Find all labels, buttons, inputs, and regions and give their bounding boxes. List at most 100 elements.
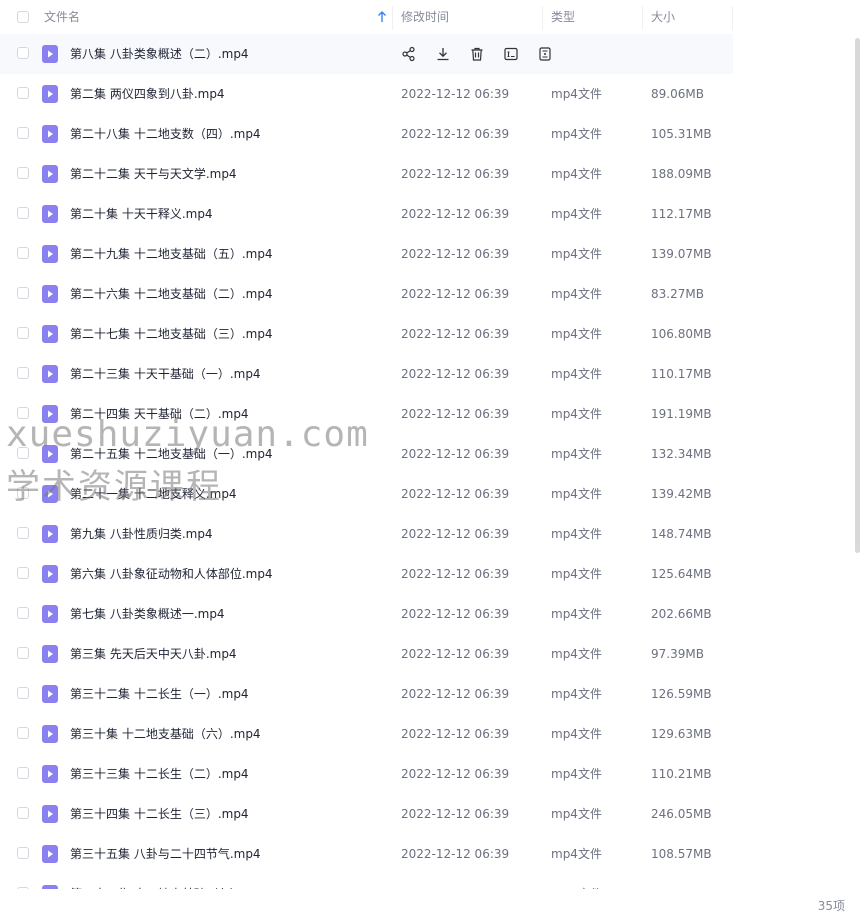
more-icon[interactable] (536, 44, 554, 64)
row-checkbox[interactable] (17, 207, 29, 219)
vertical-scrollbar[interactable] (855, 38, 860, 553)
file-row[interactable]: 第三集 先天后天中天八卦.mp4 2022-12-12 06:39 mp4文件 97.… (0, 634, 733, 674)
file-size: 112.17MB (651, 207, 712, 221)
row-checkbox[interactable] (17, 87, 29, 99)
file-name[interactable]: 第二十二集 天干与天文学.mp4 (70, 154, 237, 194)
file-row[interactable]: 第八集 八卦类象概述（二）.mp4 (0, 34, 733, 74)
file-type: mp4文件 (551, 527, 602, 541)
file-name[interactable]: 第三集 先天后天中天八卦.mp4 (70, 634, 237, 674)
video-file-icon (42, 685, 58, 703)
file-name[interactable]: 第二十四集 天干基础（二）.mp4 (70, 394, 249, 434)
file-row[interactable]: 第二十三集 十天干基础（一）.mp4 2022-12-12 06:39 mp4文件 1… (0, 354, 733, 394)
file-modified-date: 2022-12-12 06:39 (401, 127, 510, 141)
file-row[interactable]: 第二十四集 天干基础（二）.mp4 2022-12-12 06:39 mp4文件 19… (0, 394, 733, 434)
row-checkbox[interactable] (17, 407, 29, 419)
file-row[interactable]: 第二十二集 天干与天文学.mp4 2022-12-12 06:39 mp4文件 188… (0, 154, 733, 194)
delete-icon[interactable] (468, 44, 486, 64)
row-checkbox[interactable] (17, 687, 29, 699)
file-row[interactable]: 第三十二集 十二长生（一）.mp4 2022-12-12 06:39 mp4文件 12… (0, 674, 733, 714)
file-name[interactable]: 第三十二集 十二长生（一）.mp4 (70, 674, 249, 714)
row-checkbox[interactable] (17, 47, 29, 59)
file-row[interactable]: 第二十六集 十二地支基础（二）.mp4 2022-12-12 06:39 mp4文件… (0, 274, 733, 314)
row-checkbox[interactable] (17, 527, 29, 539)
file-row[interactable]: 第二集 两仪四象到八卦.mp4 2022-12-12 06:39 mp4文件 89.0… (0, 74, 733, 114)
file-size: 97.39MB (651, 647, 704, 661)
file-row[interactable]: 第九集 八卦性质归类.mp4 2022-12-12 06:39 mp4文件 148.7… (0, 514, 733, 554)
file-name[interactable]: 第二集 两仪四象到八卦.mp4 (70, 74, 225, 114)
video-file-icon (42, 525, 58, 543)
file-row[interactable]: 第三十集 十二地支基础（六）.mp4 2022-12-12 06:39 mp4文件 1… (0, 714, 733, 754)
row-checkbox[interactable] (17, 727, 29, 739)
row-checkbox[interactable] (17, 567, 29, 579)
file-name[interactable]: 第九集 八卦性质归类.mp4 (70, 514, 213, 554)
file-type: mp4文件 (551, 167, 602, 181)
file-name[interactable]: 第六集 八卦象征动物和人体部位.mp4 (70, 554, 273, 594)
file-name[interactable]: 第三十五集 八卦与二十四节气.mp4 (70, 834, 261, 874)
file-row[interactable]: 第三十四集 十二长生（三）.mp4 2022-12-12 06:39 mp4文件 24… (0, 794, 733, 834)
file-name[interactable]: 第三十三集 十二长生（二）.mp4 (70, 754, 249, 794)
file-name[interactable]: 第八集 八卦类象概述（二）.mp4 (70, 34, 249, 74)
file-row[interactable]: 第二十八集 十二地支数（四）.mp4 2022-12-12 06:39 mp4文件 1… (0, 114, 733, 154)
file-name[interactable]: 第二十七集 十二地支基础（三）.mp4 (70, 314, 273, 354)
file-row[interactable]: 第六集 八卦象征动物和人体部位.mp4 2022-12-12 06:39 mp4文件… (0, 554, 733, 594)
row-checkbox[interactable] (17, 847, 29, 859)
file-name[interactable]: 第二十六集 十二地支基础（二）.mp4 (70, 274, 273, 314)
file-name[interactable]: 第二十三集 十天干基础（一）.mp4 (70, 354, 261, 394)
column-divider (392, 6, 393, 30)
file-name[interactable]: 第七集 八卦类象概述一.mp4 (70, 594, 225, 634)
row-checkbox[interactable] (17, 767, 29, 779)
file-name[interactable]: 第三十集 十二地支基础（六）.mp4 (70, 714, 261, 754)
column-header-size[interactable]: 大小 (651, 0, 675, 34)
row-checkbox[interactable] (17, 327, 29, 339)
row-checkbox[interactable] (17, 367, 29, 379)
video-file-icon (42, 845, 58, 863)
file-type: mp4文件 (551, 727, 602, 741)
file-name[interactable]: 第二十九集 十二地支基础（五）.mp4 (70, 234, 273, 274)
sort-ascending-icon[interactable] (376, 11, 388, 23)
file-modified-date: 2022-12-12 06:39 (401, 247, 510, 261)
file-size: 129.63MB (651, 727, 712, 741)
file-modified-date: 2022-12-12 06:39 (401, 167, 510, 181)
file-size: 110.21MB (651, 767, 712, 781)
file-modified-date: 2022-12-12 06:39 (401, 567, 510, 581)
file-name[interactable]: 第二十八集 十二地支数（四）.mp4 (70, 114, 261, 154)
row-checkbox[interactable] (17, 487, 29, 499)
row-checkbox[interactable] (17, 167, 29, 179)
row-checkbox[interactable] (17, 607, 29, 619)
rename-icon[interactable] (502, 44, 520, 64)
video-file-icon (42, 765, 58, 783)
row-checkbox[interactable] (17, 807, 29, 819)
row-checkbox[interactable] (17, 127, 29, 139)
share-icon[interactable] (400, 44, 418, 64)
file-modified-date: 2022-12-12 06:39 (401, 407, 510, 421)
column-header-name[interactable]: 文件名 (44, 0, 80, 34)
file-name[interactable]: 第二十五集 十二地支基础（一）.mp4 (70, 434, 273, 474)
file-modified-date: 2022-12-12 06:39 (401, 87, 510, 101)
row-checkbox[interactable] (17, 287, 29, 299)
column-header-type[interactable]: 类型 (551, 0, 575, 34)
file-size: 202.66MB (651, 607, 712, 621)
file-row[interactable]: 第三十五集 八卦与二十四节气.mp4 2022-12-12 06:39 mp4文件 1… (0, 834, 733, 874)
file-type: mp4文件 (551, 287, 602, 301)
row-checkbox[interactable] (17, 647, 29, 659)
download-icon[interactable] (434, 44, 452, 64)
file-row[interactable]: 第二十五集 十二地支基础（一）.mp4 2022-12-12 06:39 mp4文件… (0, 434, 733, 474)
file-name[interactable]: 第二十集 十天干释义.mp4 (70, 194, 213, 234)
file-row[interactable]: 第七集 八卦类象概述一.mp4 2022-12-12 06:39 mp4文件 202.… (0, 594, 733, 634)
file-row[interactable]: 第二十九集 十二地支基础（五）.mp4 2022-12-12 06:39 mp4文件… (0, 234, 733, 274)
file-size: 126.59MB (651, 687, 712, 701)
select-all-checkbox[interactable] (17, 11, 29, 23)
file-name[interactable]: 第二十一集 十二地支释义.mp4 (70, 474, 237, 514)
column-header-modified[interactable]: 修改时间 (401, 0, 449, 34)
file-row[interactable]: 第三十三集 十二长生（二）.mp4 2022-12-12 06:39 mp4文件 11… (0, 754, 733, 794)
file-row[interactable]: 第二十七集 十二地支基础（三）.mp4 2022-12-12 06:39 mp4文件… (0, 314, 733, 354)
row-checkbox[interactable] (17, 447, 29, 459)
file-type: mp4文件 (551, 567, 602, 581)
row-checkbox[interactable] (17, 247, 29, 259)
file-size: 246.05MB (651, 807, 712, 821)
item-count: 35项 (817, 899, 845, 913)
file-row[interactable]: 第二十集 十天干释义.mp4 2022-12-12 06:39 mp4文件 112.1… (0, 194, 733, 234)
file-name[interactable]: 第三十四集 十二长生（三）.mp4 (70, 794, 249, 834)
file-row[interactable]: 第二十一集 十二地支释义.mp4 2022-12-12 06:39 mp4文件 139… (0, 474, 733, 514)
file-type: mp4文件 (551, 207, 602, 221)
